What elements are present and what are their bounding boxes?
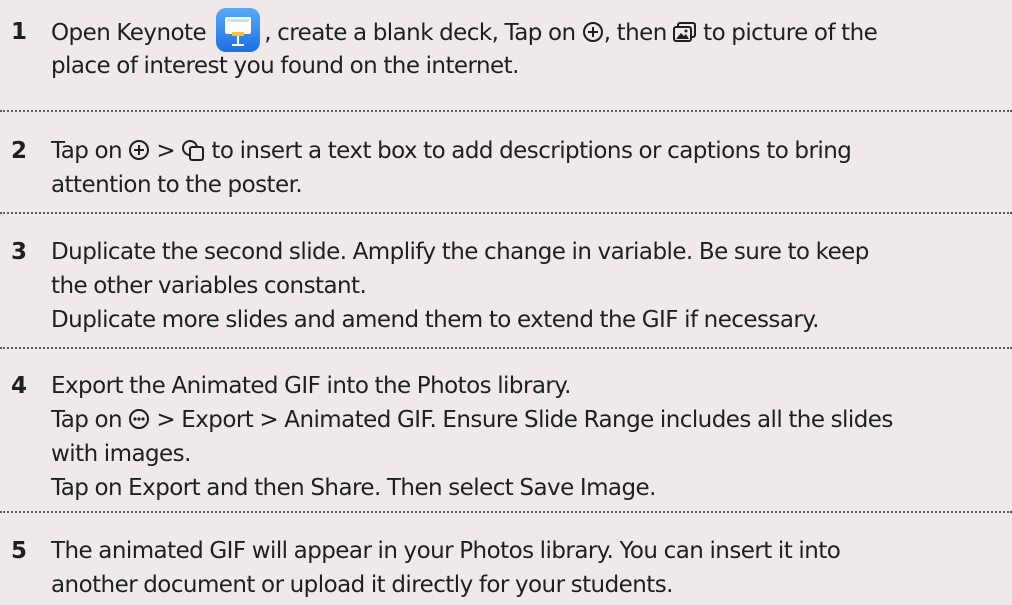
step-text-part: , then bbox=[603, 20, 668, 46]
step-text: Duplicate the second slide. Amplify the … bbox=[51, 235, 1012, 337]
step-text-part: , create a blank deck, Tap on bbox=[264, 20, 576, 46]
step-text-line: with images. bbox=[51, 441, 191, 467]
step-number: 5 bbox=[11, 538, 28, 564]
step-text-part: Tap on bbox=[51, 407, 123, 433]
divider bbox=[0, 347, 1012, 349]
step-text-part: > Export > Animated GIF. Ensure Slide Ra… bbox=[156, 407, 893, 433]
step-text: The animated GIF will appear in your Pho… bbox=[51, 534, 1012, 602]
step-text-part: Tap on bbox=[51, 138, 123, 164]
step-text-line: another document or upload it directly f… bbox=[51, 572, 673, 598]
plus-circle-icon bbox=[129, 140, 150, 160]
step-text-line: attention to the poster. bbox=[51, 172, 303, 198]
step-text: Tap on > to insert a text box to add des… bbox=[51, 134, 1012, 202]
plus-circle-icon bbox=[582, 22, 603, 42]
shapes-icon bbox=[182, 140, 205, 161]
step-text-line: place of interest you found on the inter… bbox=[51, 53, 519, 79]
step-text-part: to picture of the bbox=[703, 20, 878, 46]
step-text: Export the Animated GIF into the Photos … bbox=[51, 369, 1012, 505]
step-number: 2 bbox=[11, 138, 28, 164]
divider bbox=[0, 212, 1012, 214]
step-text-line: the other variables constant. bbox=[51, 273, 367, 299]
divider bbox=[0, 110, 1012, 112]
instruction-steps: 1 Open Keynote , create a blank deck, Ta… bbox=[0, 0, 1012, 605]
step-number: 3 bbox=[11, 239, 28, 265]
photo-media-icon bbox=[672, 22, 696, 42]
step-text-line: Duplicate more slides and amend them to … bbox=[51, 307, 819, 333]
step-number: 4 bbox=[11, 373, 28, 399]
keynote-app-icon bbox=[216, 8, 261, 52]
step-number: 1 bbox=[11, 19, 28, 45]
more-circle-icon bbox=[129, 409, 150, 429]
step-text-line: The animated GIF will appear in your Pho… bbox=[51, 538, 841, 564]
divider bbox=[0, 511, 1012, 513]
step-text-line: Tap on Export and then Share. Then selec… bbox=[51, 475, 656, 501]
step-text-part: > bbox=[156, 138, 176, 164]
step-text-part: Open Keynote bbox=[51, 20, 207, 46]
step-text-part: to insert a text box to add descriptions… bbox=[211, 138, 852, 164]
step-text: Open Keynote , create a blank deck, Tap … bbox=[51, 8, 1012, 83]
step-text-line: Export the Animated GIF into the Photos … bbox=[51, 373, 571, 399]
step-text-line: Duplicate the second slide. Amplify the … bbox=[51, 239, 869, 265]
